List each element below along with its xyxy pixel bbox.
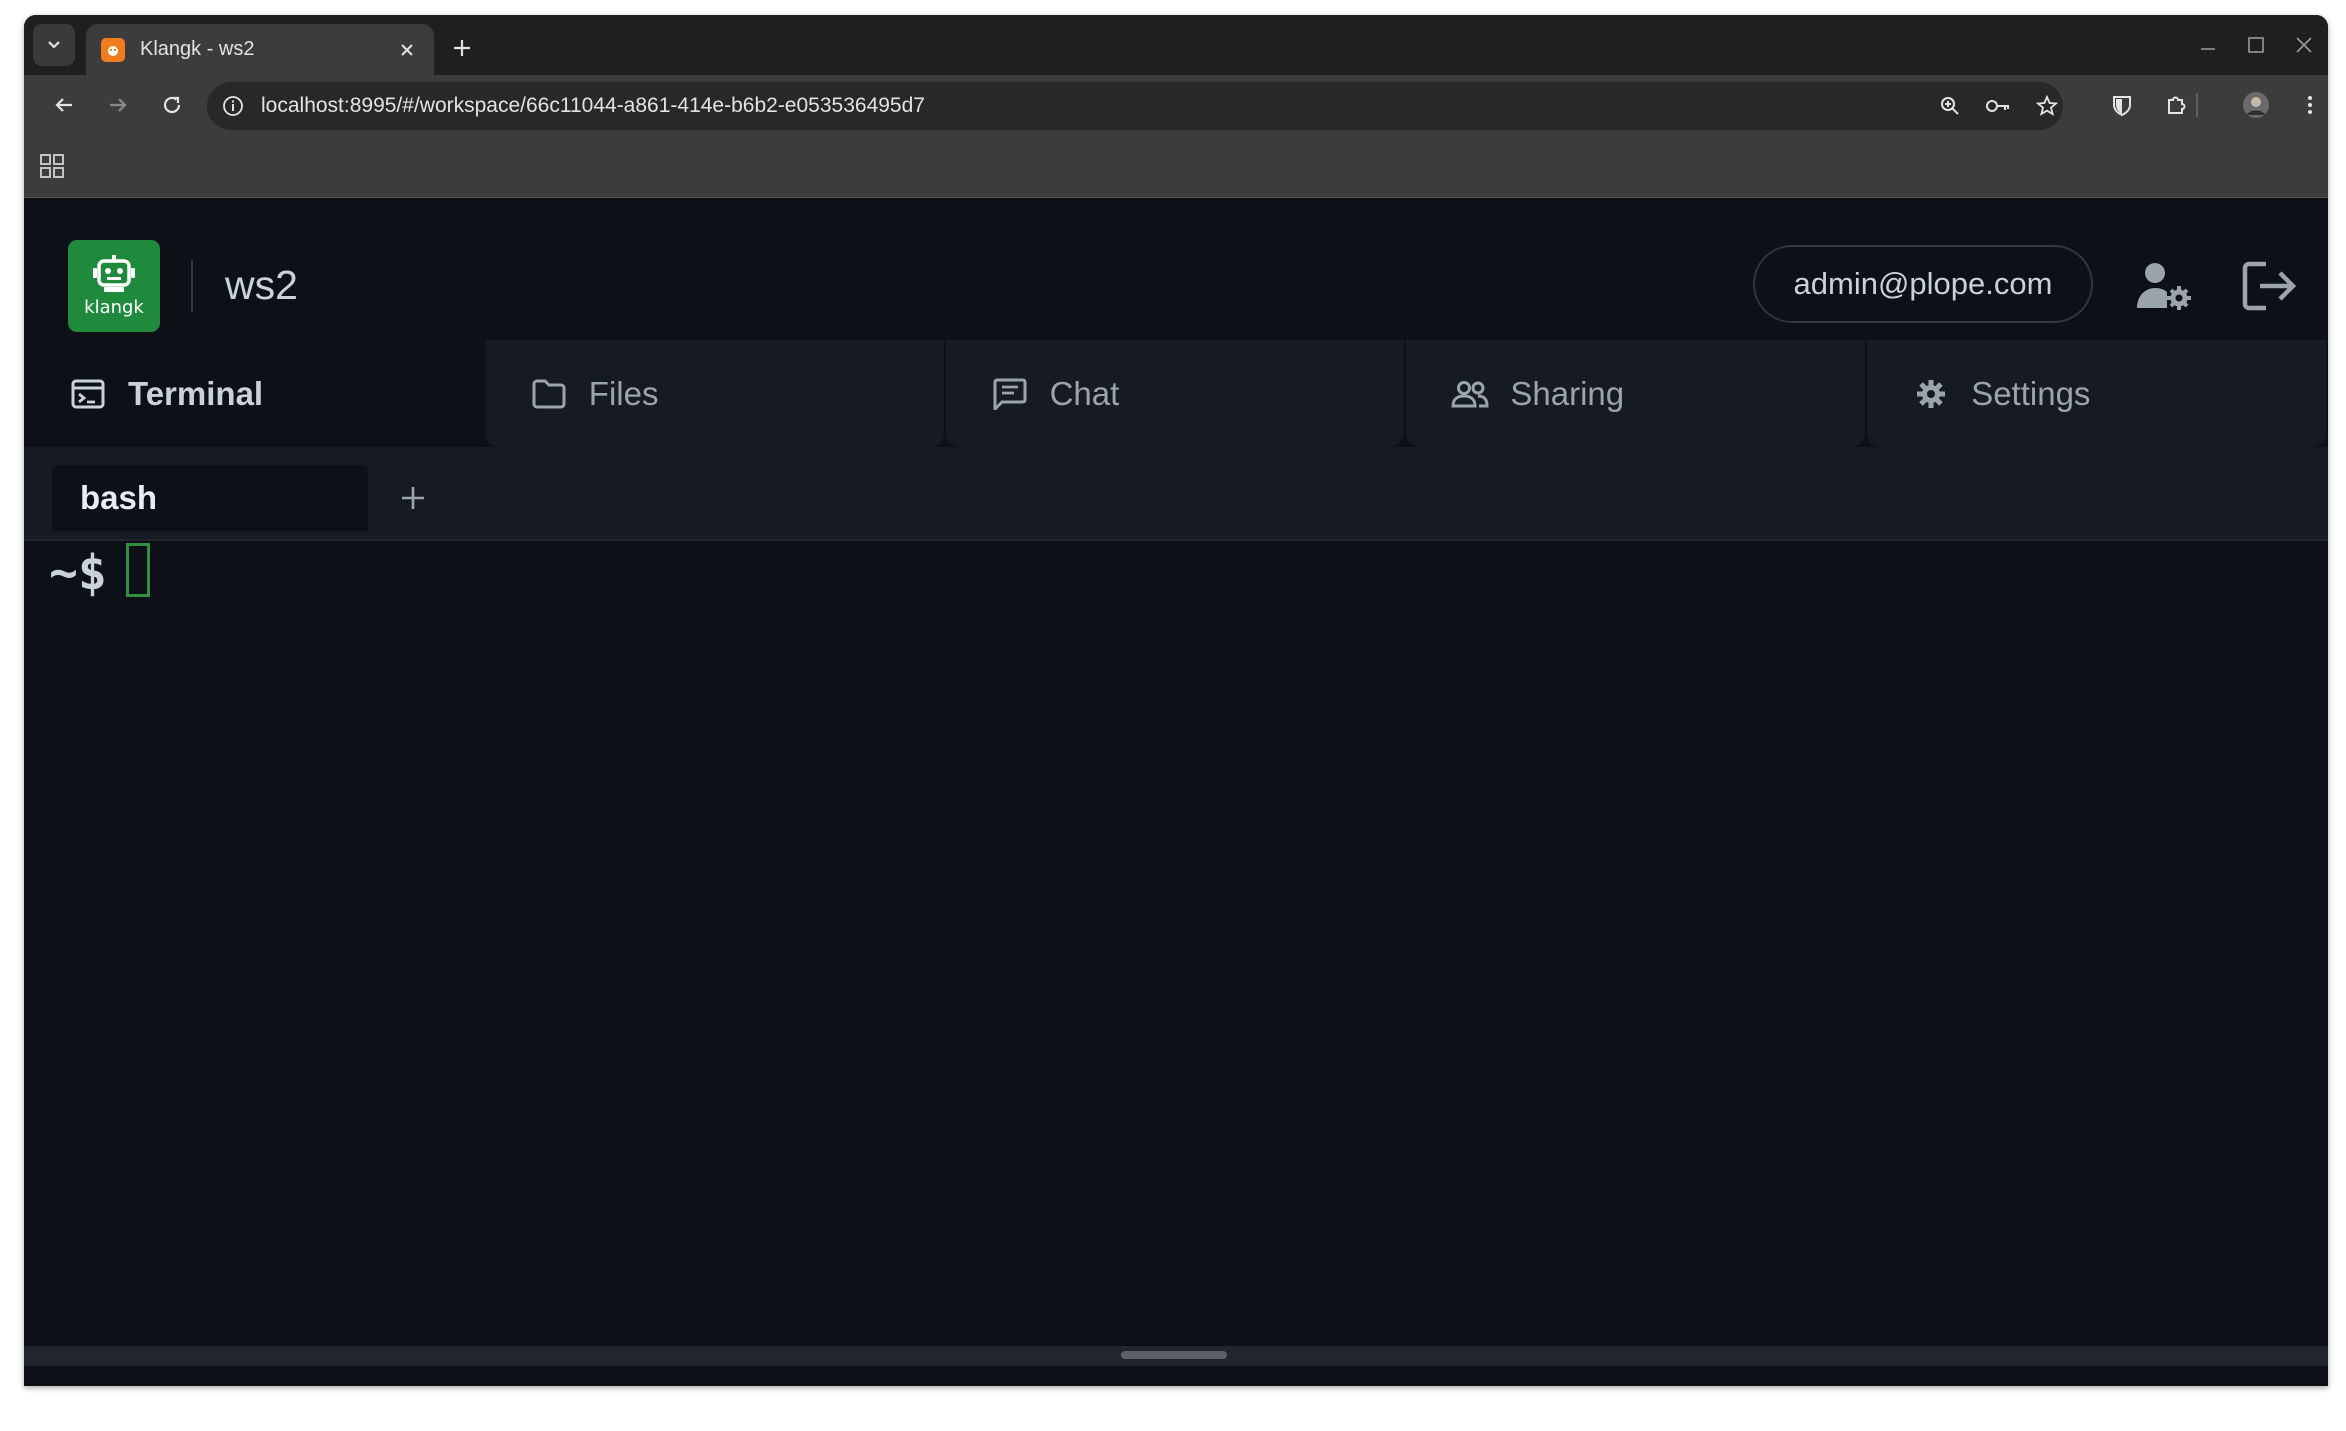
tab-settings[interactable]: Settings xyxy=(1867,340,2326,447)
tab-files-label: Files xyxy=(588,374,659,412)
terminal-icon xyxy=(68,374,108,414)
robot-icon xyxy=(93,254,135,292)
forward-button[interactable] xyxy=(100,87,136,123)
workspace-nav: Terminal Files Chat Sharing Settings xyxy=(24,340,2328,447)
new-tab-button[interactable] xyxy=(444,30,480,66)
plus-icon xyxy=(402,487,424,509)
user-settings-button[interactable] xyxy=(2134,256,2194,316)
favicon-icon xyxy=(101,37,125,62)
chevron-down-icon xyxy=(48,41,60,49)
back-arrow-icon xyxy=(55,98,72,112)
app-header: klangk ws2 admin@plope.com xyxy=(24,198,2328,338)
zoom-icon xyxy=(1941,97,1959,115)
plus-icon xyxy=(454,40,470,56)
puzzle-icon xyxy=(2168,96,2186,114)
workspace-name: ws2 xyxy=(225,262,298,308)
profile-button[interactable] xyxy=(2238,87,2274,123)
close-window-button[interactable] xyxy=(2280,15,2328,75)
shield-extension-button[interactable] xyxy=(2104,87,2140,123)
users-icon xyxy=(1450,374,1490,414)
user-settings-icon xyxy=(2137,263,2191,310)
passwords-button[interactable] xyxy=(1983,91,2013,121)
terminal-session-tab[interactable]: bash xyxy=(52,465,368,531)
tab-chat[interactable]: Chat xyxy=(945,340,1405,447)
url-text: localhost:8995/#/workspace/66c11044-a861… xyxy=(261,94,925,117)
kebab-menu-icon xyxy=(2308,96,2312,114)
profile-avatar-icon xyxy=(2243,92,2269,118)
bookmarks-bar xyxy=(24,135,2328,198)
terminal-prompt: ~$ xyxy=(49,545,107,601)
folder-icon xyxy=(529,374,569,414)
minimize-icon xyxy=(2201,48,2215,50)
chat-icon xyxy=(990,374,1030,414)
terminal-session-bar: bash xyxy=(24,447,2328,541)
tab-chat-label: Chat xyxy=(1049,374,1120,412)
tab-sharing[interactable]: Sharing xyxy=(1406,340,1866,447)
browser-tab[interactable]: Klangk - ws2 xyxy=(86,24,434,75)
zoom-button[interactable] xyxy=(1935,91,1965,121)
logo-text: klangk xyxy=(84,296,144,318)
horizontal-scrollbar[interactable] xyxy=(24,1346,2328,1366)
maximize-button[interactable] xyxy=(2232,15,2280,75)
back-button[interactable] xyxy=(46,87,82,123)
header-divider xyxy=(191,260,193,312)
klangk-app: klangk ws2 admin@plope.com Terminal File… xyxy=(24,198,2328,1386)
apps-grid-icon xyxy=(40,154,64,178)
tab-terminal[interactable]: Terminal xyxy=(24,340,483,447)
bookmark-star-button[interactable] xyxy=(2032,91,2062,121)
star-icon xyxy=(2035,94,2059,116)
tab-settings-label: Settings xyxy=(1971,374,2091,412)
terminal-cursor xyxy=(126,543,150,597)
reload-icon xyxy=(163,96,181,114)
key-icon xyxy=(1986,100,2009,112)
tab-files[interactable]: Files xyxy=(484,340,944,447)
browser-toolbar: localhost:8995/#/workspace/66c11044-a861… xyxy=(24,75,2328,135)
address-bar[interactable]: localhost:8995/#/workspace/66c11044-a861… xyxy=(207,82,2063,130)
maximize-icon xyxy=(2248,37,2264,53)
close-window-icon xyxy=(2296,37,2312,53)
terminal-pane[interactable]: ~$ xyxy=(24,541,2328,1366)
toolbar-divider xyxy=(2196,93,2198,117)
tab-title: Klangk - ws2 xyxy=(140,38,255,60)
close-icon xyxy=(401,43,413,56)
forward-arrow-icon xyxy=(110,98,127,112)
gear-icon xyxy=(1911,374,1951,414)
window-controls xyxy=(2184,15,2328,75)
browser-window: Klangk - ws2 localhost:8995/#/workspace/… xyxy=(24,15,2328,1386)
extensions-button[interactable] xyxy=(2158,87,2194,123)
minimize-button[interactable] xyxy=(2184,15,2232,75)
add-terminal-button[interactable] xyxy=(386,471,440,525)
reload-button[interactable] xyxy=(154,87,190,123)
tab-search-button[interactable] xyxy=(33,24,75,66)
logout-button[interactable] xyxy=(2240,256,2300,316)
klangk-logo[interactable]: klangk xyxy=(68,240,160,332)
tab-sharing-label: Sharing xyxy=(1510,374,1625,412)
site-info-icon xyxy=(223,96,243,116)
tab-close-button[interactable] xyxy=(392,35,422,65)
logout-icon xyxy=(2242,261,2297,311)
tab-terminal-label: Terminal xyxy=(128,374,264,412)
browser-menu-button[interactable] xyxy=(2292,87,2328,123)
user-email-chip[interactable]: admin@plope.com xyxy=(1753,245,2093,323)
site-info-button[interactable] xyxy=(219,92,247,120)
apps-button[interactable] xyxy=(38,152,66,180)
scrollbar-thumb[interactable] xyxy=(1121,1351,1227,1359)
shield-icon xyxy=(2113,96,2131,117)
tab-strip: Klangk - ws2 xyxy=(24,15,2328,75)
